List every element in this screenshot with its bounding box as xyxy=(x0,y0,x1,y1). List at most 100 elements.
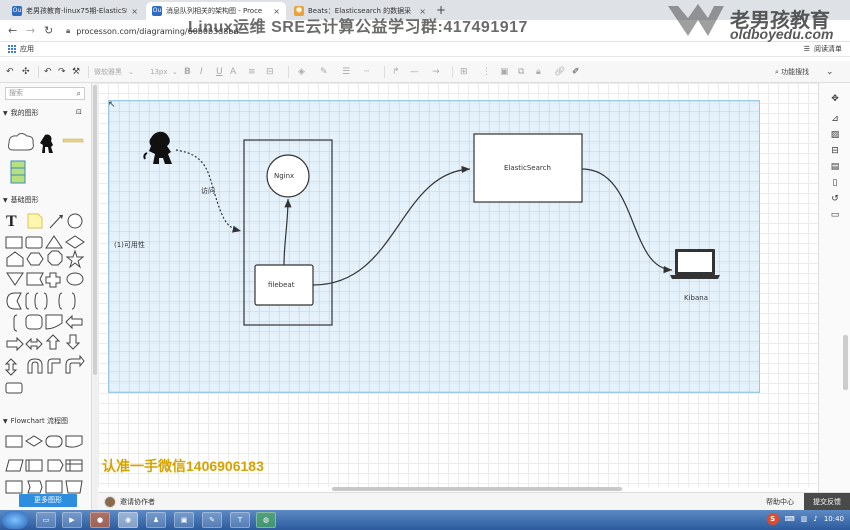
internal-storage-shape[interactable] xyxy=(65,459,83,472)
document-shape[interactable] xyxy=(45,314,63,330)
text-position-icon[interactable]: ⊟ xyxy=(266,65,274,79)
canvas-vertical-scrollbar[interactable] xyxy=(843,335,848,390)
right-bracket-shape[interactable] xyxy=(71,292,76,310)
style-icon[interactable]: ✐ xyxy=(572,65,580,79)
left-bracket-shape[interactable] xyxy=(58,292,63,310)
curved-arrow-shape[interactable] xyxy=(65,354,85,374)
kibana-laptop-icon[interactable] xyxy=(670,249,720,279)
font-size-select[interactable]: 13px xyxy=(150,65,168,79)
rounded-rectangle-shape[interactable] xyxy=(25,236,43,249)
circle-shape[interactable] xyxy=(67,213,83,229)
back-icon[interactable]: ← xyxy=(8,24,17,37)
help-center-link[interactable]: 帮助中心 xyxy=(766,497,794,507)
submit-feedback-button[interactable]: 提交反馈 xyxy=(804,493,850,511)
diamond-shape[interactable] xyxy=(65,235,85,249)
person-silhouette-shape[interactable] xyxy=(40,134,53,153)
undo-icon[interactable]: ↶ xyxy=(44,65,52,79)
rounded-square-shape[interactable] xyxy=(25,314,43,330)
manage-shapes-icon[interactable]: ⊡ xyxy=(76,108,82,116)
predefined-process-shape[interactable] xyxy=(25,459,43,472)
keyboard-icon[interactable]: ⌨ xyxy=(785,515,795,523)
bracket-pair-shape[interactable] xyxy=(34,292,48,310)
speech-shape[interactable] xyxy=(6,292,22,310)
font-color-button[interactable]: A xyxy=(230,65,236,79)
underline-button[interactable]: U xyxy=(216,65,223,79)
connector-type-icon[interactable]: ↱ xyxy=(392,65,400,79)
text-shape[interactable]: T xyxy=(6,213,17,230)
editor-taskbar-icon[interactable]: ✎ xyxy=(202,512,222,528)
terminator-shape[interactable] xyxy=(45,435,63,448)
section-flowchart[interactable]: ▼ Flowchart 流程图 xyxy=(3,416,68,426)
format-panel-icon[interactable]: ⊿ xyxy=(829,113,841,125)
wechat-taskbar-icon[interactable]: ◍ xyxy=(256,512,276,528)
start-button[interactable] xyxy=(2,511,28,529)
up-arrow-shape[interactable] xyxy=(45,334,61,350)
end-arrow-icon[interactable]: → xyxy=(432,65,440,79)
font-family-select[interactable]: 微软雅黑 xyxy=(94,65,122,79)
callout-shape[interactable] xyxy=(26,272,44,286)
align-icon[interactable]: ≡ xyxy=(248,65,256,79)
filebeat-to-nginx-connector[interactable] xyxy=(283,198,292,266)
arrow-line-shape[interactable] xyxy=(49,214,63,229)
bent-arrow-shape[interactable] xyxy=(47,358,61,374)
left-arrow-shape[interactable] xyxy=(65,314,83,330)
flow-box-shape[interactable] xyxy=(5,480,23,494)
font-size-chevron-icon[interactable]: ⌄ xyxy=(172,65,178,79)
data-attributes-icon[interactable]: ⊟ xyxy=(829,145,841,157)
data-shape[interactable] xyxy=(5,459,24,472)
volume-icon[interactable]: ♪ xyxy=(813,515,817,523)
access-label[interactable]: 访问 xyxy=(201,186,215,196)
forward-icon[interactable]: → xyxy=(26,24,35,37)
u-turn-arrow-shape[interactable] xyxy=(27,358,43,374)
fill-color-icon[interactable]: ◈ xyxy=(298,65,305,79)
outline-icon[interactable]: ▤ xyxy=(829,161,841,173)
small-rounded-rect-shape[interactable] xyxy=(5,382,23,394)
display-shape[interactable] xyxy=(47,459,64,472)
firefox-taskbar-icon[interactable]: ● xyxy=(90,512,110,528)
page-icon[interactable]: ▯ xyxy=(829,177,841,189)
availability-label[interactable]: (1)可用性 xyxy=(114,240,145,250)
group-icon[interactable]: ▣ xyxy=(500,65,509,79)
format-painter-icon[interactable]: ✣ xyxy=(22,65,30,79)
reload-icon[interactable]: ↻ xyxy=(44,24,53,37)
down-arrow-shape[interactable] xyxy=(65,334,81,350)
image-icon[interactable]: ▨ xyxy=(829,129,841,141)
scrollbar-thumb[interactable] xyxy=(93,85,97,375)
text-taskbar-icon[interactable]: T xyxy=(230,512,250,528)
history-icon[interactable]: ↺ xyxy=(829,193,841,205)
section-my-shapes[interactable]: ▼ 我的图形 xyxy=(3,108,39,118)
redo-icon[interactable]: ↷ xyxy=(58,65,66,79)
remote-taskbar-icon[interactable]: ▣ xyxy=(174,512,194,528)
line-style-icon[interactable]: ┄ xyxy=(364,65,369,79)
collapse-toolbar-icon[interactable]: ⌄ xyxy=(826,65,834,79)
line-color-icon[interactable]: ✎ xyxy=(320,65,328,79)
inverted-triangle-shape[interactable] xyxy=(6,272,24,286)
app-taskbar-icon[interactable]: ♟ xyxy=(146,512,166,528)
clock[interactable]: 10:40 xyxy=(824,515,844,523)
arrange-icon[interactable]: ⊞ xyxy=(460,65,468,79)
line-shape[interactable] xyxy=(62,138,84,143)
chrome-taskbar-icon[interactable]: ◉ xyxy=(118,512,138,528)
more-shapes-button[interactable]: 更多图形 xyxy=(19,494,77,507)
reading-list-button[interactable]: ☰ 阅读清单 xyxy=(804,44,842,54)
close-icon[interactable]: × xyxy=(131,7,138,16)
shape-search-input[interactable]: 搜索 ⌕ xyxy=(5,87,85,100)
database-stack-shape[interactable] xyxy=(10,160,26,184)
hexagon-shape[interactable] xyxy=(26,252,44,266)
diagram-canvas[interactable]: 访问 (1)可用性 Nginx filebeat ElasticSearch K… xyxy=(98,83,818,487)
manual-input-shape[interactable] xyxy=(45,480,63,494)
layer-icon[interactable]: ⧉ xyxy=(518,65,524,79)
paint-brush-icon[interactable]: ⚒ xyxy=(72,65,80,79)
flow-document-shape[interactable] xyxy=(65,435,83,448)
comment-icon[interactable]: ▭ xyxy=(829,209,841,221)
triangle-shape[interactable] xyxy=(45,235,63,249)
ellipse-shape[interactable] xyxy=(66,272,84,286)
filebeat-to-es-connector[interactable] xyxy=(312,165,471,286)
bold-button[interactable]: B xyxy=(184,65,191,79)
pentagon-shape[interactable] xyxy=(6,251,24,267)
start-arrow-icon[interactable]: — xyxy=(410,65,419,79)
preparation-shape[interactable] xyxy=(27,480,43,494)
find-search-button[interactable]: ⌕ 功能搜找 xyxy=(775,65,809,79)
navigator-icon[interactable]: ✥ xyxy=(829,93,841,105)
process-shape[interactable] xyxy=(5,435,23,448)
